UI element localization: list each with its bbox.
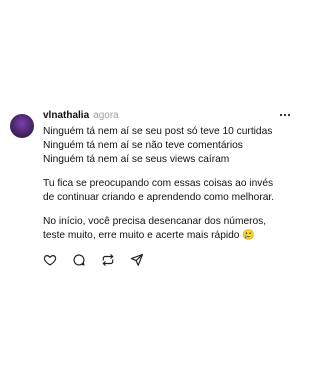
paragraph-1: Ninguém tá nem aí se seu post só teve 10… bbox=[43, 125, 292, 167]
repost-icon[interactable] bbox=[101, 253, 115, 267]
text-line: Ninguém tá nem aí se seu post só teve 10… bbox=[43, 126, 273, 137]
post-header: vlnathalia agora bbox=[43, 108, 292, 122]
comment-icon[interactable] bbox=[72, 253, 86, 267]
paragraph-2: Tu fica se preocupando com essas coisas … bbox=[43, 177, 292, 205]
avatar[interactable] bbox=[10, 114, 34, 138]
post-actions bbox=[43, 253, 144, 267]
paragraph-3: No início, você precisa desencanar dos n… bbox=[43, 215, 292, 243]
text-line: No início, você precisa desencanar dos n… bbox=[43, 216, 267, 227]
ellipsis-icon[interactable] bbox=[278, 109, 292, 121]
text-line: Ninguém tá nem aí se seus views caíram bbox=[43, 154, 230, 165]
text-line: teste muito, erre muito e acerte mais rá… bbox=[43, 230, 255, 241]
text-line: Tu fica se preocupando com essas coisas … bbox=[43, 178, 274, 189]
share-icon[interactable] bbox=[130, 253, 144, 267]
post-text: Ninguém tá nem aí se seu post só teve 10… bbox=[43, 125, 292, 253]
text-line: de continuar criando e aprendendo como m… bbox=[43, 192, 275, 203]
username[interactable]: vlnathalia bbox=[43, 110, 89, 121]
heart-icon[interactable] bbox=[43, 253, 57, 267]
text-line: Ninguém tá nem aí se não teve comentário… bbox=[43, 140, 243, 151]
post-time: agora bbox=[93, 109, 119, 121]
